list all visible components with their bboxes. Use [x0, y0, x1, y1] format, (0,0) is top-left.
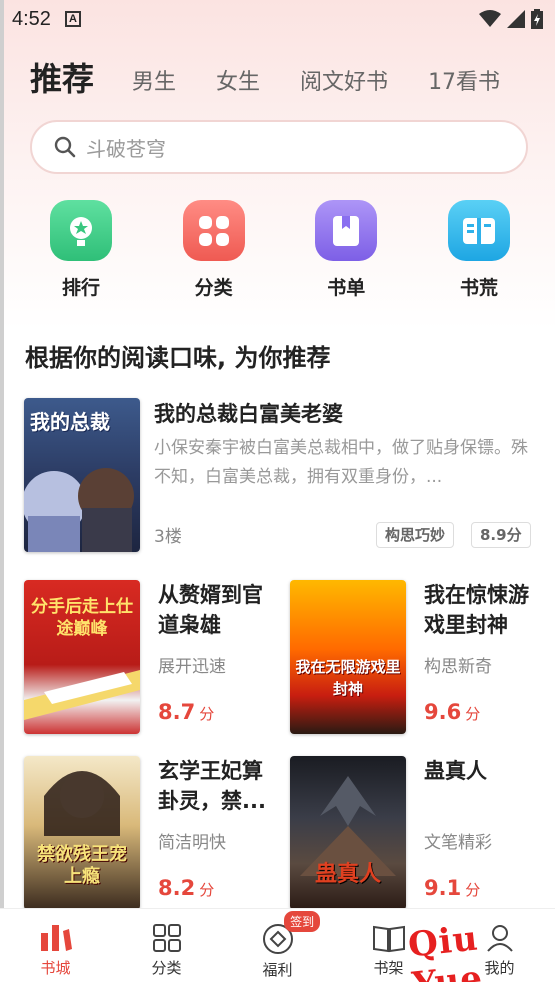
book-score-unit: 分 — [465, 705, 481, 723]
book-score: 9.1 分 — [424, 876, 480, 900]
left-edge-strip — [0, 0, 4, 982]
book-score-unit: 分 — [465, 881, 481, 899]
category-tabs: 推荐 男生 女生 阅文好书 17看书 — [30, 52, 530, 102]
book-title: 蛊真人 — [424, 759, 487, 783]
tab-female[interactable]: 女生 — [216, 64, 260, 102]
featured-book-title: 我的总裁白富美老婆 — [154, 402, 343, 426]
status-icons — [479, 9, 543, 29]
booklist-icon — [315, 200, 378, 261]
book-score: 8.2 分 — [158, 876, 214, 900]
wifi-icon — [479, 10, 501, 27]
quick-link-book-shortage[interactable]: 书荒 — [446, 200, 512, 300]
nav-category-label: 分类 — [151, 959, 182, 977]
featured-tag-style: 构思巧妙 — [376, 522, 455, 548]
book-card[interactable]: 分手后走上仕途巅峰 从赘婿到官道枭雄 展开迅速 8.7 分 — [24, 580, 276, 735]
book-cover: 蛊真人 — [290, 756, 406, 910]
nav-bookstore-label: 书城 — [40, 959, 71, 977]
book-card[interactable]: 蛊真人 蛊真人 文笔精彩 9.1 分 — [290, 756, 542, 911]
book-subtitle: 展开迅速 — [158, 657, 226, 677]
book-cover-text: 禁欲残王宠上瘾 — [37, 844, 127, 887]
sign-in-badge: 签到 — [284, 911, 321, 932]
quick-link-book-shortage-label: 书荒 — [459, 277, 498, 299]
nav-category[interactable]: 分类 — [111, 909, 222, 982]
book-score-value: 8.7 — [158, 700, 196, 724]
quick-link-ranking[interactable]: 排行 — [48, 200, 114, 300]
book-cover-text: 蛊真人 — [314, 862, 381, 887]
book-subtitle: 文笔精彩 — [424, 833, 492, 853]
book-score-unit: 分 — [199, 705, 215, 723]
quick-link-category[interactable]: 分类 — [181, 200, 247, 300]
bookstore-icon — [40, 925, 72, 951]
notification-a-icon: A — [64, 11, 81, 27]
status-bar: 4:52 A — [0, 0, 555, 38]
book-cover: 分手后走上仕途巅峰 — [24, 580, 140, 734]
book-subtitle: 构思新奇 — [424, 657, 492, 677]
book-score: 8.7 分 — [158, 700, 214, 724]
category-grid-icon — [152, 924, 181, 952]
book-score-value: 9.1 — [424, 876, 462, 900]
status-time: 4:52 — [12, 7, 51, 30]
book-cover-text: 分手后走上仕途巅峰 — [31, 597, 133, 639]
search-bar[interactable]: 斗破苍穹 — [30, 120, 528, 174]
tab-yuewen-good-books[interactable]: 阅文好书 — [300, 64, 388, 102]
featured-cover-text: 我的总裁 — [30, 410, 110, 434]
open-book-icon — [447, 200, 510, 261]
nav-welfare[interactable]: 签到 福利 — [222, 909, 333, 982]
tab-recommend[interactable]: 推荐 — [30, 54, 94, 102]
trophy-icon — [50, 200, 112, 261]
book-cover: 禁欲残王宠上瘾 — [24, 756, 140, 910]
book-title: 从赘婿到官道枭雄 — [158, 583, 263, 637]
featured-book-description: 小保安秦宇被白富美总裁相中，做了贴身保镖。殊不知，白富美总裁，拥有双重身份，..… — [154, 438, 528, 487]
nav-bookstore[interactable]: 书城 — [0, 909, 111, 982]
search-icon — [54, 136, 76, 158]
book-cover: 我在无限游戏里封神 — [290, 580, 406, 734]
book-subtitle: 简洁明快 — [158, 833, 226, 853]
quick-links: 排行 分类 书单 书荒 — [20, 200, 540, 300]
bookshelf-icon — [372, 925, 405, 953]
quick-link-booklist[interactable]: 书单 — [313, 200, 379, 300]
book-title: 我在惊悚游戏里封神 — [424, 583, 529, 637]
quick-link-ranking-label: 排行 — [61, 277, 100, 299]
book-score: 9.6 分 — [424, 700, 480, 724]
book-title: 玄学王妃算卦灵，禁... — [158, 759, 266, 813]
featured-book-meta: 3楼 — [154, 527, 182, 547]
nav-bookshelf-label: 书架 — [373, 959, 404, 977]
book-cover-text: 我在无限游戏里封神 — [295, 658, 401, 698]
search-placeholder: 斗破苍穹 — [86, 136, 166, 161]
book-score-unit: 分 — [199, 881, 215, 899]
battery-icon — [531, 9, 543, 29]
section-title: 根据你的阅读口味, 为你推荐 — [25, 344, 331, 372]
book-score-value: 8.2 — [158, 876, 196, 900]
quick-link-booklist-label: 书单 — [327, 277, 366, 299]
featured-book-cover: 我的总裁 — [24, 398, 140, 552]
book-card[interactable]: 禁欲残王宠上瘾 玄学王妃算卦灵，禁... 简洁明快 8.2 分 — [24, 756, 276, 911]
tab-male[interactable]: 男生 — [132, 64, 176, 102]
tab-17kanshu[interactable]: 17看书 — [428, 64, 500, 102]
book-score-value: 9.6 — [424, 700, 462, 724]
signal-icon — [507, 10, 525, 28]
book-card[interactable]: 我在无限游戏里封神 我在惊悚游戏里封神 构思新奇 9.6 分 — [290, 580, 542, 735]
grid-icon — [182, 200, 245, 261]
quick-link-category-label: 分类 — [194, 277, 233, 299]
featured-tag-score: 8.9分 — [471, 522, 531, 548]
featured-book[interactable]: 我的总裁 我的总裁白富美老婆 小保安秦宇被白富美总裁相中，做了贴身保镖。殊不知，… — [24, 398, 534, 553]
nav-welfare-label: 福利 — [262, 961, 293, 979]
